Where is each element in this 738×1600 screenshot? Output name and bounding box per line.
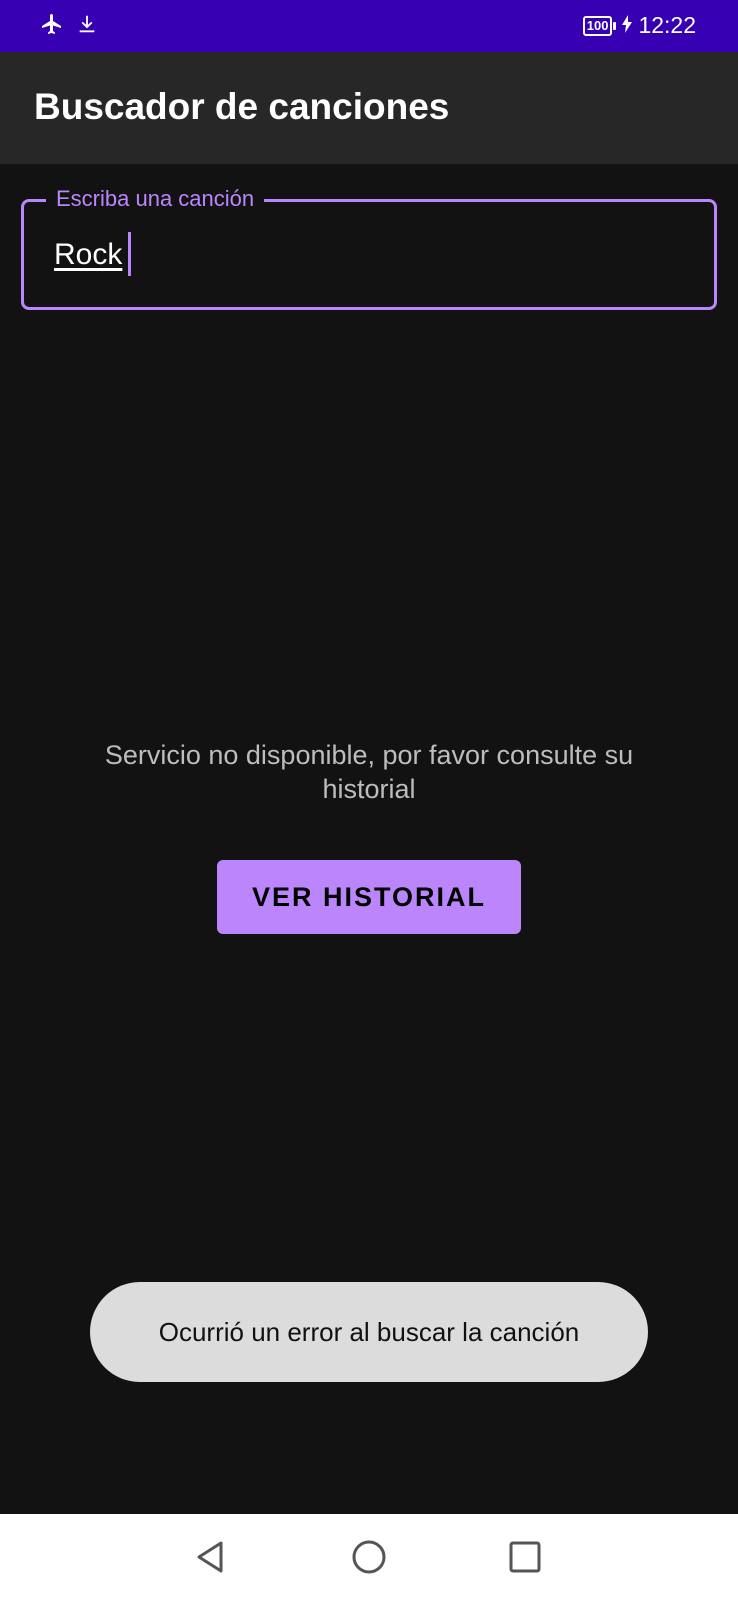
battery-level: 100 [582, 15, 613, 36]
battery-icon: 100 [582, 15, 617, 36]
search-field-label: Escriba una canción [46, 186, 265, 212]
text-cursor [128, 232, 131, 276]
toast-text: Ocurrió un error al buscar la canción [158, 1316, 580, 1347]
search-input[interactable]: Rock [54, 238, 122, 272]
view-history-button[interactable]: VER HISTORIAL [217, 860, 521, 934]
error-toast: Ocurrió un error al buscar la canción [90, 1282, 648, 1382]
back-icon[interactable] [188, 1534, 234, 1580]
clock: 12:22 [638, 12, 696, 38]
recents-icon[interactable] [502, 1534, 548, 1580]
charging-icon [622, 12, 633, 39]
service-unavailable-message: Servicio no disponible, por favor consul… [104, 740, 634, 804]
home-icon[interactable] [346, 1534, 392, 1580]
page-title: Buscador de canciones [34, 86, 450, 127]
status-icons-left [40, 12, 98, 41]
status-icons-right: 100 12:22 [582, 12, 696, 39]
app-bar: Buscador de canciones [0, 52, 738, 164]
status-bar: 100 12:22 [0, 0, 738, 52]
navigation-bar [0, 1514, 738, 1600]
download-icon [76, 13, 98, 40]
song-search-field[interactable]: Escriba una canción Rock [21, 186, 717, 310]
airplane-mode-icon [40, 12, 64, 41]
